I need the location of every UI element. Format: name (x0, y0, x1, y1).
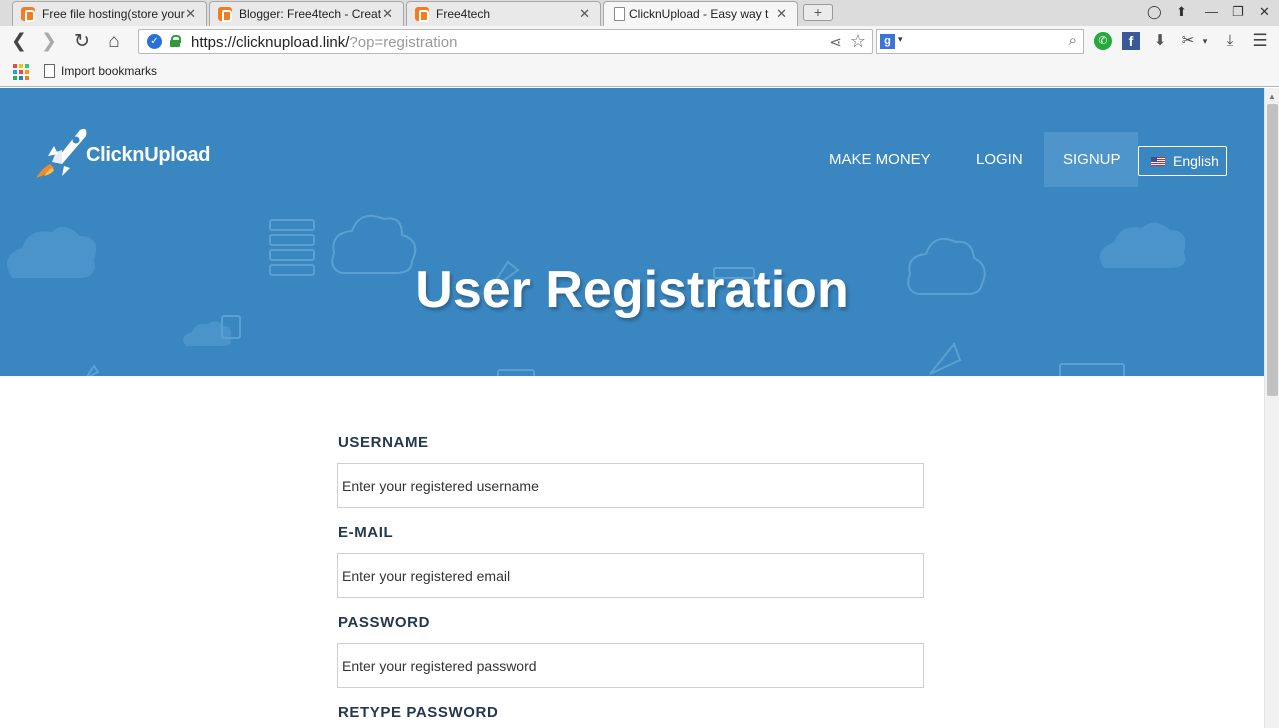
home-icon[interactable]: ⌂ (103, 31, 125, 53)
verified-icon: ✓ (147, 34, 162, 49)
chat-icon[interactable]: ◯ (1147, 4, 1162, 20)
browser-tab[interactable]: Free file hosting(store your ✕ (12, 1, 207, 26)
chevron-down-icon[interactable]: ▾ (898, 34, 903, 45)
page-title: User Registration (415, 261, 849, 319)
browser-toolbar: ❮ ❯ ↻ ⌂ ✓ https://clicknupload.link/?op=… (0, 26, 1279, 58)
bookmark-import[interactable]: Import bookmarks (44, 64, 157, 78)
bookmark-label: Import bookmarks (61, 64, 158, 78)
email-input[interactable] (337, 553, 924, 598)
blogger-icon (21, 7, 35, 22)
tab-title: ClicknUpload - Easy way t (629, 7, 769, 21)
pocket-icon[interactable]: ⬇ (1151, 32, 1169, 50)
import-icon (44, 64, 55, 78)
email-label: E-MAIL (338, 524, 394, 541)
close-icon[interactable]: ✕ (382, 6, 393, 22)
apps-icon[interactable] (13, 64, 29, 80)
browser-tab[interactable]: Free4tech ✕ (406, 1, 601, 26)
bookmark-star-icon[interactable]: ☆ (850, 31, 866, 52)
retype-password-label: RETYPE PASSWORD (338, 704, 499, 721)
language-selector[interactable]: English (1138, 146, 1227, 176)
bookmarks-bar: Import bookmarks (0, 58, 1279, 87)
facebook-icon[interactable]: f (1122, 32, 1140, 50)
password-input[interactable] (337, 643, 924, 688)
address-bar[interactable]: ✓ https://clicknupload.link/?op=registra… (138, 29, 873, 54)
scissors-icon[interactable]: ✂ (1179, 32, 1197, 50)
page-viewport: ClicknUpload MAKE MONEY LOGIN SIGNUP Eng… (0, 88, 1264, 728)
nav-signup[interactable]: SIGNUP (1044, 132, 1138, 187)
search-icon[interactable]: ⌕ (1069, 32, 1077, 49)
password-label: PASSWORD (338, 614, 431, 631)
document-icon (614, 7, 625, 21)
hero-banner: ClicknUpload MAKE MONEY LOGIN SIGNUP Eng… (0, 88, 1264, 376)
tab-title: Free file hosting(store your (42, 7, 185, 21)
rocket-logo-icon (36, 128, 87, 178)
reload-icon[interactable]: ↻ (71, 31, 93, 53)
url-query: ?op=registration (349, 34, 458, 51)
back-icon[interactable]: ❮ (8, 31, 30, 53)
nav-login[interactable]: LOGIN (957, 132, 1042, 187)
close-icon[interactable]: ✕ (579, 6, 590, 22)
lock-icon (170, 35, 181, 47)
blogger-icon (218, 7, 232, 22)
google-icon[interactable]: g (880, 34, 895, 49)
download-icon[interactable]: ⤓ (1221, 32, 1239, 50)
minimize-icon[interactable]: — (1205, 4, 1218, 19)
brand-logo[interactable]: ClicknUpload (36, 124, 211, 183)
whatsapp-icon[interactable]: ✆ (1094, 32, 1112, 50)
chevron-down-icon[interactable]: ▾ (1200, 32, 1210, 50)
close-icon[interactable]: ✕ (185, 6, 196, 22)
close-window-icon[interactable]: ✕ (1259, 4, 1270, 20)
tab-title: Free4tech (436, 7, 491, 21)
tab-strip: Free file hosting(store your ✕ Blogger: … (0, 0, 1279, 27)
username-label: USERNAME (338, 434, 429, 451)
scroll-up-icon[interactable]: ▲ (1268, 92, 1276, 101)
us-flag-icon (1151, 157, 1165, 166)
blogger-icon (415, 7, 429, 22)
share-icon[interactable]: ⋖ (829, 33, 842, 51)
page-scrollbar[interactable]: ▲ (1264, 88, 1279, 728)
username-input[interactable] (337, 463, 924, 508)
language-label: English (1173, 153, 1219, 169)
browser-tab[interactable]: Blogger: Free4tech - Creat ✕ (209, 1, 404, 26)
nav-make-money[interactable]: MAKE MONEY (810, 132, 950, 187)
url-text[interactable]: https://clicknupload.link/?op=registrati… (191, 34, 457, 51)
url-host: https://clicknupload.link/ (191, 34, 350, 51)
menu-icon[interactable]: ☰ (1251, 32, 1269, 50)
restore-icon[interactable]: ❐ (1232, 4, 1244, 20)
brand-name: ClicknUpload (86, 144, 211, 166)
close-icon[interactable]: ✕ (776, 6, 787, 22)
search-box[interactable]: g ▾ ⌕ (876, 29, 1084, 54)
scrollbar-thumb[interactable] (1267, 104, 1278, 396)
browser-tab-active[interactable]: ClicknUpload - Easy way t ✕ (603, 1, 798, 27)
new-tab-button[interactable]: + (803, 4, 833, 21)
pin-icon[interactable]: ⬆ (1176, 4, 1187, 20)
forward-icon[interactable]: ❯ (38, 31, 60, 53)
tab-title: Blogger: Free4tech - Creat (239, 7, 382, 21)
